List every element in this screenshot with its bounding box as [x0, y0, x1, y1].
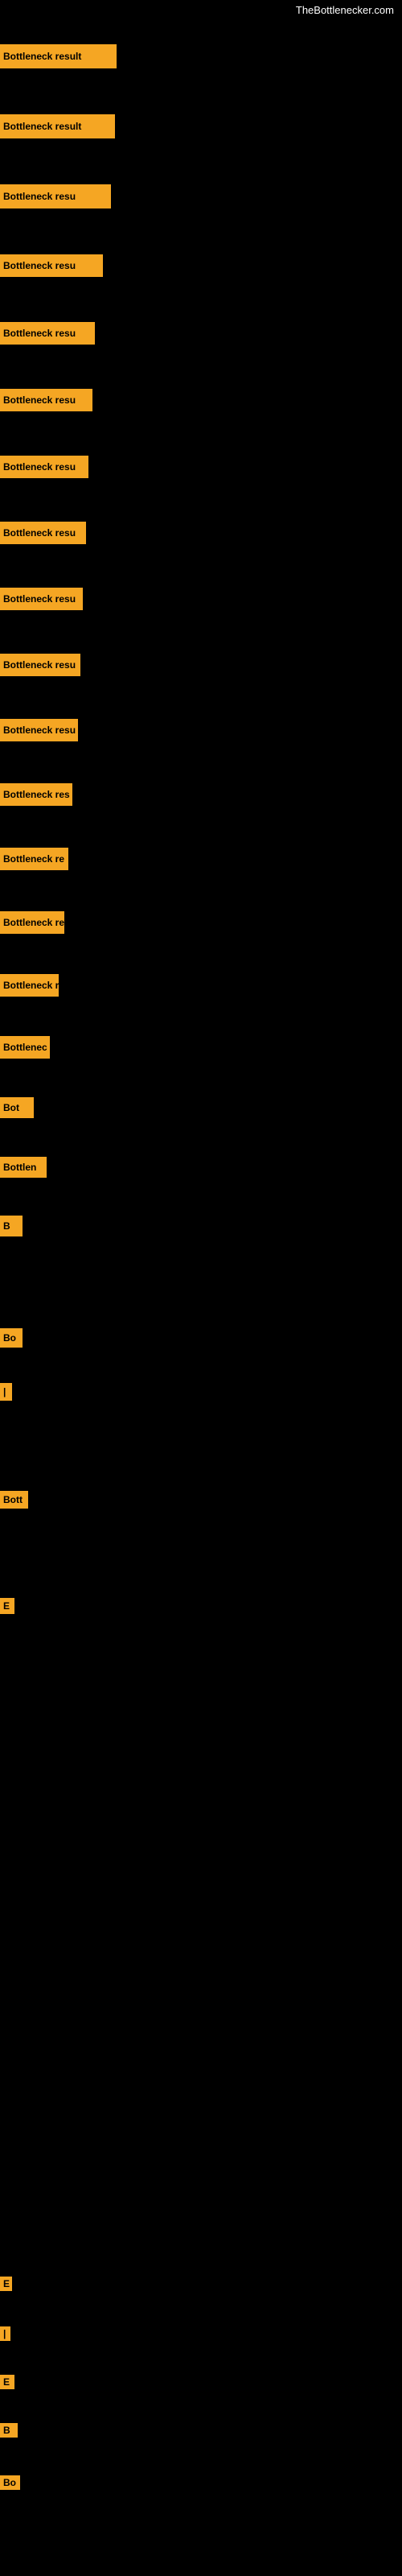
bar-label: Bottleneck resu	[0, 588, 83, 610]
bar-label: E	[0, 2375, 14, 2389]
bar-label: E	[0, 2277, 12, 2291]
bar-label: Bottleneck resu	[0, 254, 103, 277]
bar-label: Bottleneck resu	[0, 389, 92, 411]
bar-label: Bottleneck resu	[0, 654, 80, 676]
bar-label: Bottleneck result	[0, 44, 117, 68]
bar-label: Bottleneck resu	[0, 719, 78, 741]
bar-label: Bottlen	[0, 1157, 47, 1178]
bar-label: |	[0, 2326, 10, 2341]
bar-item: E	[0, 2277, 12, 2291]
bar-item: Bottleneck resu	[0, 254, 103, 277]
bar-label: Bottleneck re	[0, 911, 64, 934]
bar-item: Bottleneck resu	[0, 654, 80, 676]
bar-label: Bottleneck res	[0, 783, 72, 806]
site-title: TheBottlenecker.com	[0, 0, 402, 20]
bar-item: Bottleneck r	[0, 974, 59, 997]
bar-label: Bot	[0, 1097, 34, 1118]
bar-item: Bottlen	[0, 1157, 47, 1178]
bar-item: Bottleneck result	[0, 44, 117, 68]
bar-item: Bottleneck result	[0, 114, 115, 138]
bar-item: Bottleneck resu	[0, 588, 83, 610]
bar-label: Bo	[0, 1328, 23, 1348]
bar-label: |	[0, 1383, 12, 1401]
bar-item: Bottleneck resu	[0, 322, 95, 345]
bar-label: Bo	[0, 2475, 20, 2490]
bar-label: Bottleneck resu	[0, 322, 95, 345]
bar-label: Bottlenec	[0, 1036, 50, 1059]
bar-item: |	[0, 1383, 12, 1401]
bar-item: |	[0, 2326, 10, 2341]
bar-item: Bott	[0, 1491, 28, 1509]
bar-label: Bottleneck resu	[0, 522, 86, 544]
bar-item: Bottleneck resu	[0, 719, 78, 741]
bar-label: Bottleneck r	[0, 974, 59, 997]
bar-item: E	[0, 1598, 14, 1614]
bar-item: Bot	[0, 1097, 34, 1118]
bar-item: E	[0, 2375, 14, 2389]
bar-label: Bottleneck resu	[0, 184, 111, 208]
bar-label: B	[0, 1216, 23, 1236]
bar-label: E	[0, 1598, 14, 1614]
bar-label: Bottleneck re	[0, 848, 68, 870]
bar-item: Bottleneck resu	[0, 456, 88, 478]
bar-item: Bottleneck resu	[0, 522, 86, 544]
bar-label: B	[0, 2423, 18, 2438]
bar-item: Bo	[0, 1328, 23, 1348]
bar-item: Bottlenec	[0, 1036, 50, 1059]
bar-item: Bottleneck re	[0, 911, 64, 934]
bar-item: Bottleneck res	[0, 783, 72, 806]
bar-label: Bott	[0, 1491, 28, 1509]
bar-item: B	[0, 1216, 23, 1236]
bar-item: Bottleneck resu	[0, 184, 111, 208]
bar-item: B	[0, 2423, 18, 2438]
bar-item: Bottleneck re	[0, 848, 68, 870]
bar-item: Bo	[0, 2475, 20, 2490]
bar-item: Bottleneck resu	[0, 389, 92, 411]
bar-label: Bottleneck result	[0, 114, 115, 138]
bar-label: Bottleneck resu	[0, 456, 88, 478]
